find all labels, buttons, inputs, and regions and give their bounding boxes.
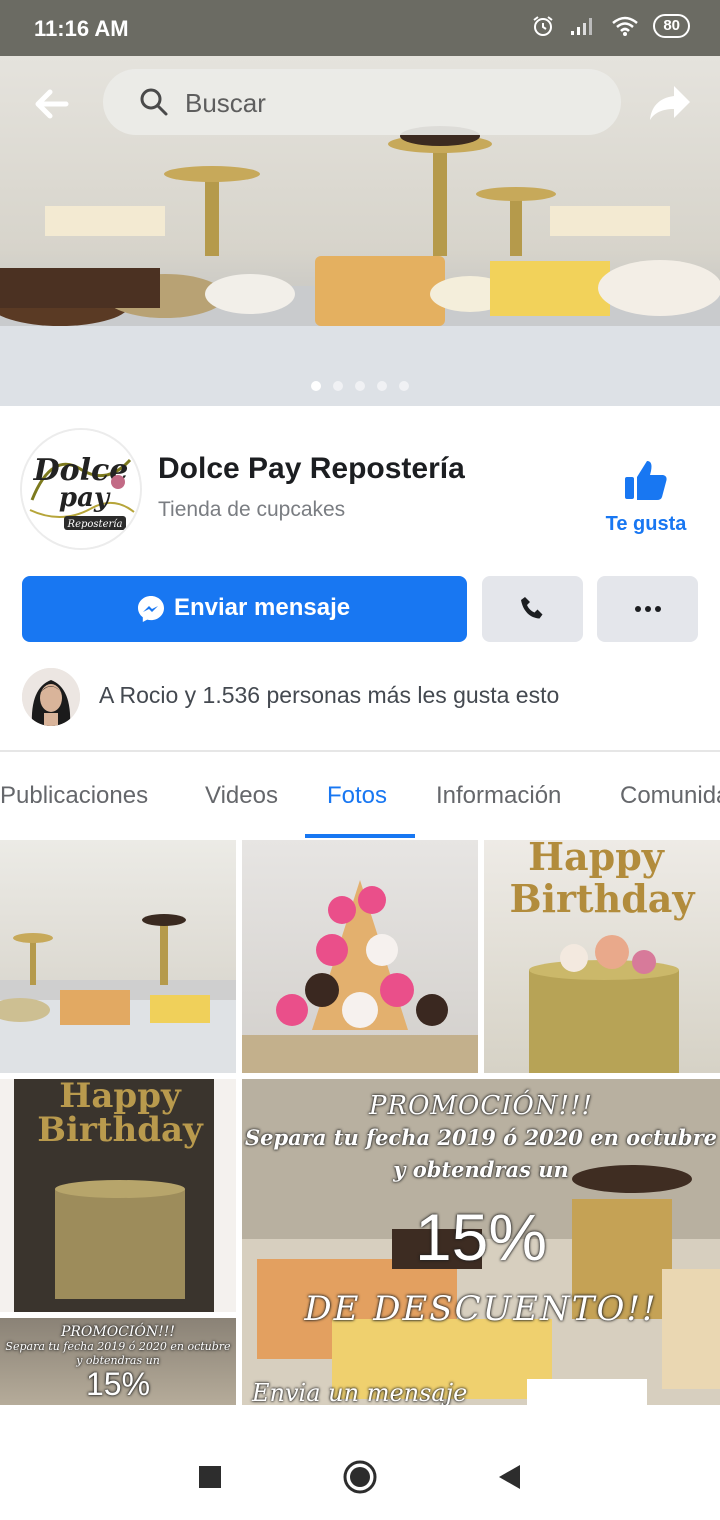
search-icon [140, 88, 168, 116]
photo-thumbnail[interactable]: Happy Birthday [0, 1079, 236, 1312]
promo-discount: 15% [414, 1200, 548, 1274]
phone-icon [521, 597, 543, 619]
send-message-button[interactable]: Enviar mensaje [22, 576, 467, 642]
tab-informacion[interactable]: Información [436, 782, 561, 810]
more-icon [635, 606, 661, 612]
tab-comunidad[interactable]: Comunidad [620, 782, 720, 810]
like-label: Te gusta [605, 513, 687, 535]
pagination-dot [355, 381, 365, 391]
back-nav-icon[interactable] [496, 1463, 522, 1491]
dolce-pay-logo: Dolce pay Repostería [22, 430, 140, 548]
page-category: Tienda de cupcakes [158, 498, 346, 521]
photo-thumbnail[interactable]: PROMOCIÓN!!! Separa tu fecha 2019 ó 2020… [0, 1318, 236, 1405]
cake-topper-text: Birthday [509, 876, 695, 921]
app-screen: 11:16 AM 80 Buscar Dolce pay Repostería … [0, 0, 720, 1520]
photo-thumbnail[interactable] [0, 840, 236, 1073]
photo-grid: Happy Birthday Happy Birthday PROMOCIÓN!… [0, 840, 720, 1405]
thumbs-up-icon [625, 461, 667, 500]
alarm-icon [533, 16, 553, 36]
send-message-label: Enviar mensaje [174, 594, 351, 621]
tab-fotos[interactable]: Fotos [327, 782, 387, 810]
friends-like-row[interactable]: A Rocio y 1.536 personas más les gusta e… [22, 668, 702, 726]
promo-thumb-discount: 15% [85, 1366, 151, 1402]
friend-avatar [22, 668, 80, 726]
promo-title: PROMOCIÓN!!! [369, 1091, 593, 1121]
tab-videos[interactable]: Videos [205, 782, 278, 810]
tab-publicaciones[interactable]: Publicaciones [0, 782, 148, 810]
pagination-dot [333, 381, 343, 391]
system-nav-bar [0, 1405, 720, 1520]
promo-line: DE DESCUENTO!! [304, 1289, 658, 1329]
status-bar: 11:16 AM 80 [0, 0, 720, 56]
page-profile-picture[interactable]: Dolce pay Repostería [22, 430, 140, 548]
promo-line: Envia un mensaje [252, 1379, 468, 1405]
svg-text:Repostería: Repostería [67, 519, 123, 530]
pagination-dot [377, 381, 387, 391]
cover-photo[interactable]: Buscar [0, 56, 720, 406]
pagination-dot [399, 381, 409, 391]
promo-thumb-title: PROMOCIÓN!!! [60, 1324, 176, 1340]
like-button[interactable]: Te gusta [596, 455, 696, 545]
cake-topper-text: Happy [528, 840, 665, 879]
back-arrow-icon[interactable] [30, 82, 74, 126]
battery-indicator: 80 [653, 14, 690, 38]
home-icon[interactable] [342, 1459, 378, 1495]
likes-summary-text: A Rocio y 1.536 personas más les gusta e… [99, 682, 560, 708]
promo-thumb-subtitle: Separa tu fecha 2019 ó 2020 en octubre [5, 1340, 231, 1353]
share-arrow-icon[interactable] [646, 78, 694, 126]
search-bar[interactable]: Buscar [103, 69, 621, 135]
promo-line: Separa tu fecha 2019 ó 2020 en octubre [244, 1125, 718, 1150]
photo-thumbnail[interactable]: Happy Birthday [484, 840, 720, 1073]
pagination-dot-active [311, 381, 321, 391]
status-icons: 80 [531, 14, 690, 38]
active-tab-indicator [305, 834, 415, 838]
page-title: Dolce Pay Repostería [158, 452, 465, 485]
recent-apps-icon[interactable] [198, 1465, 222, 1489]
wifi-icon [612, 16, 639, 36]
page-tabs: Publicaciones Videos Fotos Información C… [0, 752, 720, 840]
messenger-icon [138, 596, 164, 622]
search-placeholder: Buscar [185, 88, 266, 118]
promo-photo[interactable]: PROMOCIÓN!!! Separa tu fecha 2019 ó 2020… [242, 1079, 720, 1405]
cake-topper-text: Birthday [37, 1110, 204, 1150]
svg-text:pay: pay [59, 483, 111, 513]
status-time: 11:16 AM [34, 16, 129, 41]
cover-pagination-dots [0, 378, 720, 396]
photo-thumbnail[interactable] [242, 840, 478, 1073]
promo-line: y obtendras un [393, 1157, 569, 1182]
more-options-button[interactable] [597, 576, 698, 642]
signal-icon [571, 18, 593, 35]
call-button[interactable] [482, 576, 583, 642]
